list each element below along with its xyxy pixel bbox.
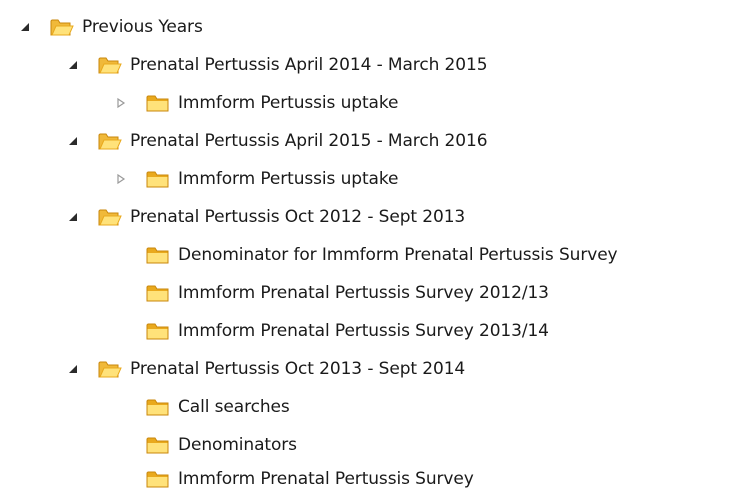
folder-open-icon — [98, 55, 122, 75]
expanded-triangle-icon[interactable] — [66, 134, 80, 148]
collapsed-triangle-icon[interactable] — [114, 172, 128, 186]
folder-open-icon — [50, 17, 74, 37]
toggle-spacer — [114, 400, 128, 414]
folder-open-icon — [98, 131, 122, 151]
tree-node-label: Immform Prenatal Pertussis Survey — [178, 469, 474, 489]
tree-node-immform-pertussis-uptake[interactable]: Immform Pertussis uptake — [114, 162, 398, 196]
tree-node-survey-2012-13[interactable]: Immform Prenatal Pertussis Survey 2012/1… — [114, 276, 549, 310]
tree-node-label: Immform Prenatal Pertussis Survey 2012/1… — [178, 283, 549, 303]
tree-node-label: Call searches — [178, 397, 290, 417]
tree-node-denominators[interactable]: Denominators — [114, 428, 297, 462]
folder-icon — [146, 245, 170, 265]
tree-node-immform-prenatal-survey[interactable]: Immform Prenatal Pertussis Survey — [114, 462, 474, 496]
tree-node-call-searches[interactable]: Call searches — [114, 390, 290, 424]
tree-node-prenatal-april-2015[interactable]: Prenatal Pertussis April 2015 - March 20… — [66, 124, 488, 158]
tree-node-label: Immform Pertussis uptake — [178, 169, 399, 189]
tree-node-label: Immform Prenatal Pertussis Survey 2013/1… — [178, 321, 549, 341]
expanded-triangle-icon[interactable] — [66, 210, 80, 224]
tree-node-previous-years[interactable]: Previous Years — [18, 10, 203, 44]
expanded-triangle-icon[interactable] — [66, 58, 80, 72]
tree-node-label: Denominator for Immform Prenatal Pertuss… — [178, 245, 618, 265]
folder-icon — [146, 283, 170, 303]
expanded-triangle-icon[interactable] — [18, 20, 32, 34]
tree-node-label: Immform Pertussis uptake — [178, 93, 399, 113]
folder-icon — [146, 397, 170, 417]
tree-node-label: Prenatal Pertussis April 2014 - March 20… — [130, 55, 488, 75]
folder-icon — [146, 435, 170, 455]
folder-tree: Previous Years Prenatal Pertussis April … — [0, 0, 744, 496]
tree-node-label: Prenatal Pertussis April 2015 - March 20… — [130, 131, 488, 151]
tree-node-label: Prenatal Pertussis Oct 2012 - Sept 2013 — [130, 207, 466, 227]
tree-node-survey-2013-14[interactable]: Immform Prenatal Pertussis Survey 2013/1… — [114, 314, 549, 348]
tree-node-label: Denominators — [178, 435, 297, 455]
toggle-spacer — [114, 438, 128, 452]
folder-icon — [146, 169, 170, 189]
tree-node-prenatal-oct-2013[interactable]: Prenatal Pertussis Oct 2013 - Sept 2014 — [66, 352, 465, 386]
tree-node-denominator-immform[interactable]: Denominator for Immform Prenatal Pertuss… — [114, 238, 618, 272]
tree-node-prenatal-april-2014[interactable]: Prenatal Pertussis April 2014 - March 20… — [66, 48, 488, 82]
folder-icon — [146, 93, 170, 113]
tree-node-immform-pertussis-uptake[interactable]: Immform Pertussis uptake — [114, 86, 398, 120]
folder-open-icon — [98, 207, 122, 227]
folder-icon — [146, 469, 170, 489]
toggle-spacer — [114, 472, 128, 486]
tree-node-label: Prenatal Pertussis Oct 2013 - Sept 2014 — [130, 359, 466, 379]
folder-icon — [146, 321, 170, 341]
collapsed-triangle-icon[interactable] — [114, 96, 128, 110]
tree-node-label: Previous Years — [82, 17, 203, 37]
folder-open-icon — [98, 359, 122, 379]
expanded-triangle-icon[interactable] — [66, 362, 80, 376]
toggle-spacer — [114, 324, 128, 338]
toggle-spacer — [114, 248, 128, 262]
tree-node-prenatal-oct-2012[interactable]: Prenatal Pertussis Oct 2012 - Sept 2013 — [66, 200, 465, 234]
toggle-spacer — [114, 286, 128, 300]
